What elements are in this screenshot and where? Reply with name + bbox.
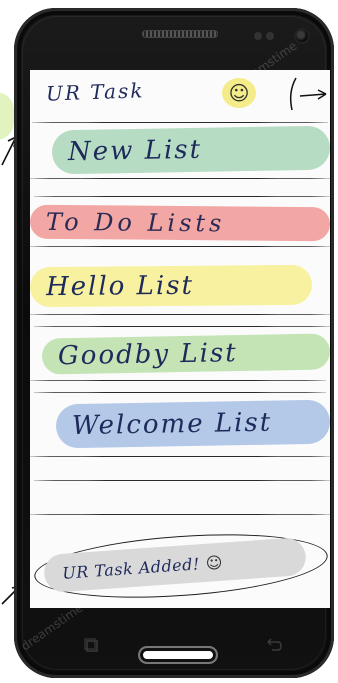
list-item-label: To Do Lists bbox=[45, 207, 226, 238]
divider bbox=[34, 392, 326, 393]
divider bbox=[34, 480, 330, 481]
back-icon[interactable] bbox=[264, 638, 282, 654]
divider bbox=[30, 246, 330, 247]
smiley-icon: ☺ bbox=[205, 552, 224, 573]
smiley-icon: ☺ bbox=[222, 78, 256, 108]
list-item-new-list[interactable]: New List bbox=[51, 125, 330, 175]
list-item-label: New List bbox=[67, 134, 203, 168]
divider bbox=[34, 196, 330, 197]
recent-apps-icon[interactable] bbox=[84, 638, 100, 654]
app-screen: UR Task ☺ New List To Do Lists Hello Lis… bbox=[30, 70, 330, 608]
front-camera bbox=[296, 30, 308, 42]
logout-arrow-icon[interactable] bbox=[286, 74, 330, 114]
proximity-sensor bbox=[254, 32, 262, 40]
toast-message: UR Task Added! bbox=[61, 553, 201, 583]
list-item-label: Hello List bbox=[45, 270, 195, 303]
list-item-label: Goodby List bbox=[57, 338, 238, 372]
light-sensor bbox=[266, 32, 274, 40]
list-item-hello-list[interactable]: Hello List bbox=[30, 264, 313, 308]
divider bbox=[30, 380, 326, 381]
divider bbox=[30, 456, 330, 457]
divider bbox=[30, 178, 330, 179]
speaker-grille bbox=[142, 30, 218, 38]
list-item-label: Welcome List bbox=[71, 407, 273, 442]
home-button[interactable] bbox=[140, 648, 216, 662]
divider bbox=[34, 326, 330, 327]
list-item-welcome-list[interactable]: Welcome List bbox=[55, 399, 330, 449]
divider bbox=[30, 314, 330, 315]
divider bbox=[32, 122, 328, 123]
list-item-to-do-lists[interactable]: To Do Lists bbox=[30, 204, 330, 242]
divider bbox=[30, 514, 330, 515]
app-title: UR Task bbox=[45, 78, 145, 106]
list-item-goodby-list[interactable]: Goodby List bbox=[41, 333, 330, 375]
